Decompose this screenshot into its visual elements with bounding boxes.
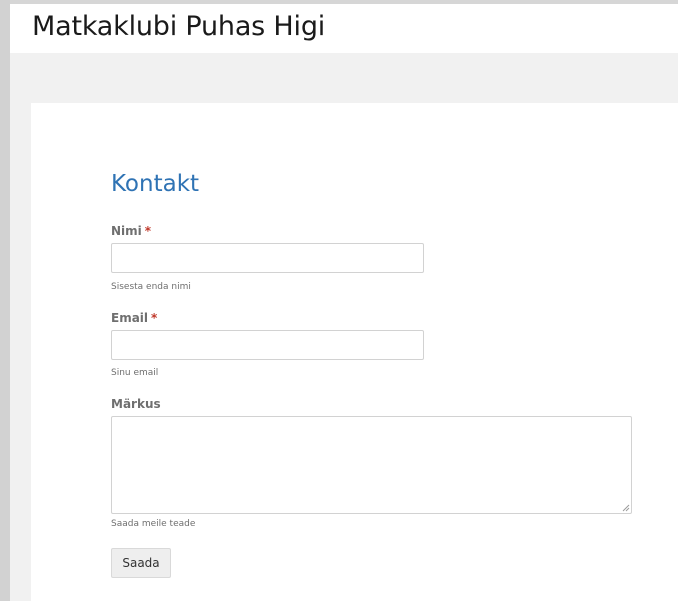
name-field-label: Nimi * bbox=[111, 224, 151, 238]
email-input[interactable] bbox=[111, 330, 424, 360]
message-label-text: Märkus bbox=[111, 397, 161, 411]
resize-grip-icon[interactable] bbox=[622, 504, 630, 512]
message-field-label: Märkus bbox=[111, 397, 161, 411]
page-title: Kontakt bbox=[111, 171, 200, 197]
site-header: Matkaklubi Puhas Higi bbox=[10, 4, 678, 53]
message-textarea[interactable] bbox=[111, 416, 632, 514]
window-frame-left bbox=[0, 0, 10, 601]
name-label-text: Nimi bbox=[111, 224, 142, 238]
site-title-link[interactable]: Matkaklubi Puhas Higi bbox=[32, 11, 325, 42]
name-help-text: Sisesta enda nimi bbox=[111, 282, 191, 292]
submit-button[interactable]: Saada bbox=[111, 548, 171, 578]
email-help-text: Sinu email bbox=[111, 368, 159, 378]
required-marker: * bbox=[144, 224, 152, 238]
required-marker: * bbox=[151, 311, 158, 325]
email-label-text: Email bbox=[111, 311, 149, 325]
name-input[interactable] bbox=[111, 243, 424, 273]
email-field-label: Email * bbox=[111, 311, 157, 325]
message-help-text: Saada meile teade bbox=[111, 519, 196, 529]
